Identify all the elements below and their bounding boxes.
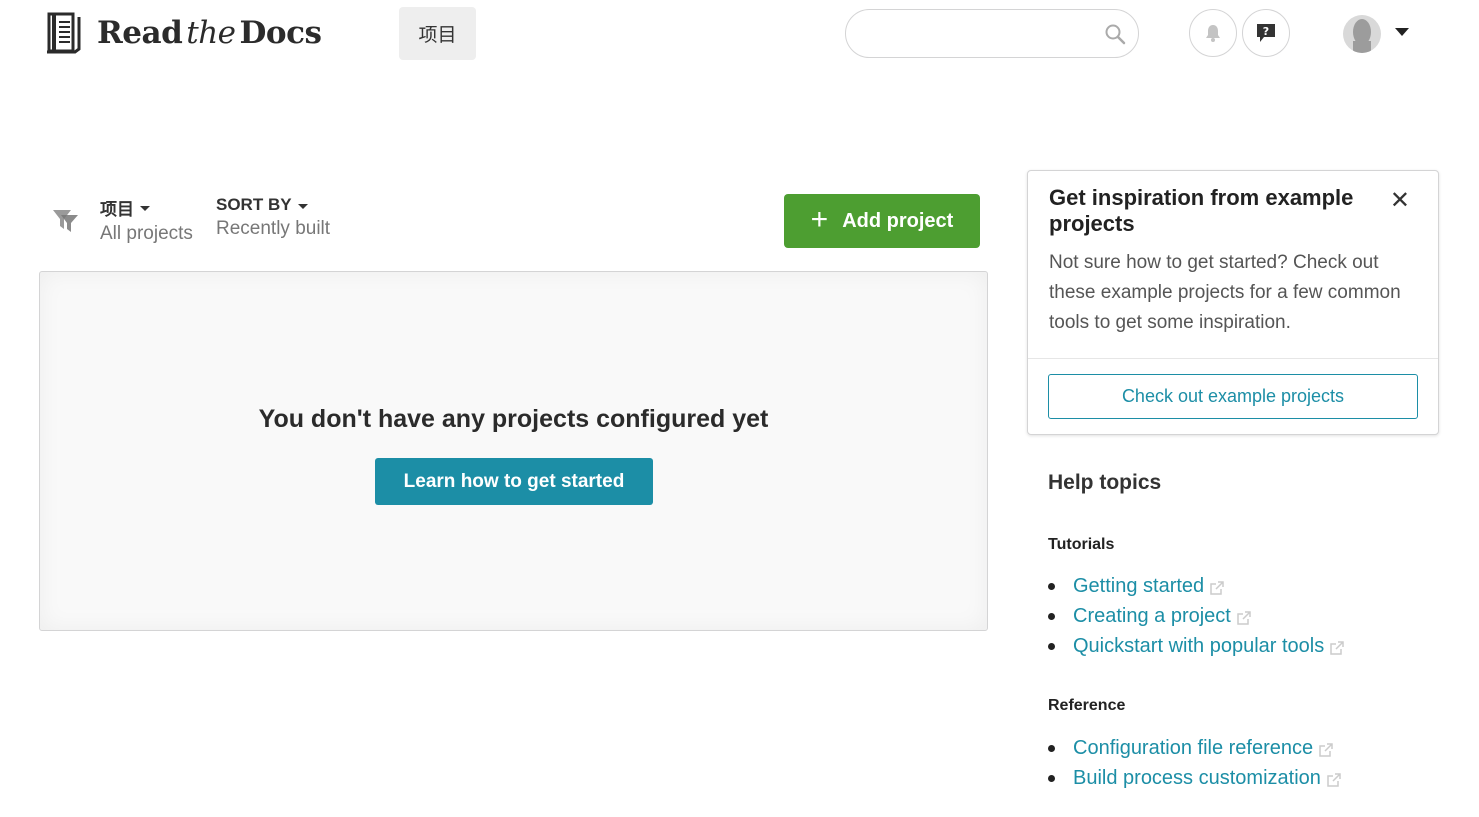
link-build-customization[interactable]: Build process customization [1073, 767, 1321, 790]
logo[interactable]: Read the Docs [45, 11, 322, 55]
bullet [1048, 612, 1055, 620]
notifications-button[interactable] [1189, 9, 1237, 57]
add-project-label: Add project [842, 209, 954, 232]
link-creating-project[interactable]: Creating a project [1073, 605, 1231, 628]
empty-state-title: You don't have any projects configured y… [258, 405, 769, 433]
sort-dropdown[interactable]: SORT BY Recently built [216, 195, 330, 240]
reference-list: Configuration file reference Build proce… [1048, 733, 1341, 793]
card-divider [1028, 358, 1438, 359]
link-config-reference[interactable]: Configuration file reference [1073, 737, 1313, 760]
external-link-icon [1210, 581, 1224, 595]
link-quickstart[interactable]: Quickstart with popular tools [1073, 635, 1324, 658]
bell-icon [1206, 25, 1220, 42]
book-logo-icon [47, 12, 81, 54]
search-input[interactable] [864, 20, 1094, 48]
external-link-icon [1330, 641, 1344, 655]
project-filter-dropdown[interactable]: 项目 All projects [100, 195, 193, 245]
tutorials-section-title: Tutorials [1048, 536, 1115, 553]
project-filter-label: 项目 [100, 195, 193, 220]
inspiration-text: Not sure how to get started? Check out t… [1049, 252, 1401, 333]
caret-down-icon[interactable] [1395, 28, 1409, 36]
svg-text:?: ? [1263, 25, 1269, 38]
add-project-button[interactable]: + Add project [784, 194, 980, 248]
bullet [1048, 774, 1055, 782]
external-link-icon [1327, 773, 1341, 787]
list-item: Configuration file reference [1048, 733, 1341, 763]
project-filter-value: All projects [100, 223, 193, 244]
example-projects-button[interactable]: Check out example projects [1048, 374, 1418, 419]
avatar[interactable] [1343, 15, 1381, 53]
external-link-icon [1319, 743, 1333, 757]
user-avatar-icon [1343, 15, 1381, 53]
search-icon[interactable] [1104, 23, 1126, 45]
filter-icon[interactable] [51, 207, 80, 233]
list-item: Getting started [1048, 571, 1344, 601]
plus-icon: + [810, 202, 829, 236]
list-item: Creating a project [1048, 601, 1344, 631]
inspiration-title: Get inspiration from example projects [1049, 185, 1354, 236]
bullet [1048, 744, 1055, 752]
learn-get-started-button[interactable]: Learn how to get started [375, 458, 653, 505]
close-icon[interactable]: ✕ [1390, 189, 1410, 213]
inspiration-card: Get inspiration from example projects ✕ … [1027, 170, 1439, 435]
sort-label: SORT BY [216, 195, 330, 215]
bullet [1048, 582, 1055, 590]
sort-value: Recently built [216, 218, 331, 239]
caret-down-icon [140, 206, 150, 211]
caret-down-icon [297, 203, 308, 209]
empty-projects-panel: You don't have any projects configured y… [39, 271, 988, 631]
tutorials-list: Getting started Creating a project Quick… [1048, 571, 1344, 661]
external-link-icon [1237, 611, 1251, 625]
reference-section-title: Reference [1048, 697, 1126, 714]
list-item: Quickstart with popular tools [1048, 631, 1344, 661]
search-bar[interactable] [845, 9, 1139, 58]
help-icon: ? [1257, 24, 1275, 42]
bullet [1048, 642, 1055, 650]
help-topics-heading: Help topics [1048, 471, 1162, 494]
link-getting-started[interactable]: Getting started [1073, 575, 1204, 598]
logo-text: Read the Docs [97, 14, 322, 51]
help-button[interactable]: ? [1242, 9, 1290, 57]
list-item: Build process customization [1048, 763, 1341, 793]
nav-projects-button[interactable]: 项目 [399, 7, 476, 60]
